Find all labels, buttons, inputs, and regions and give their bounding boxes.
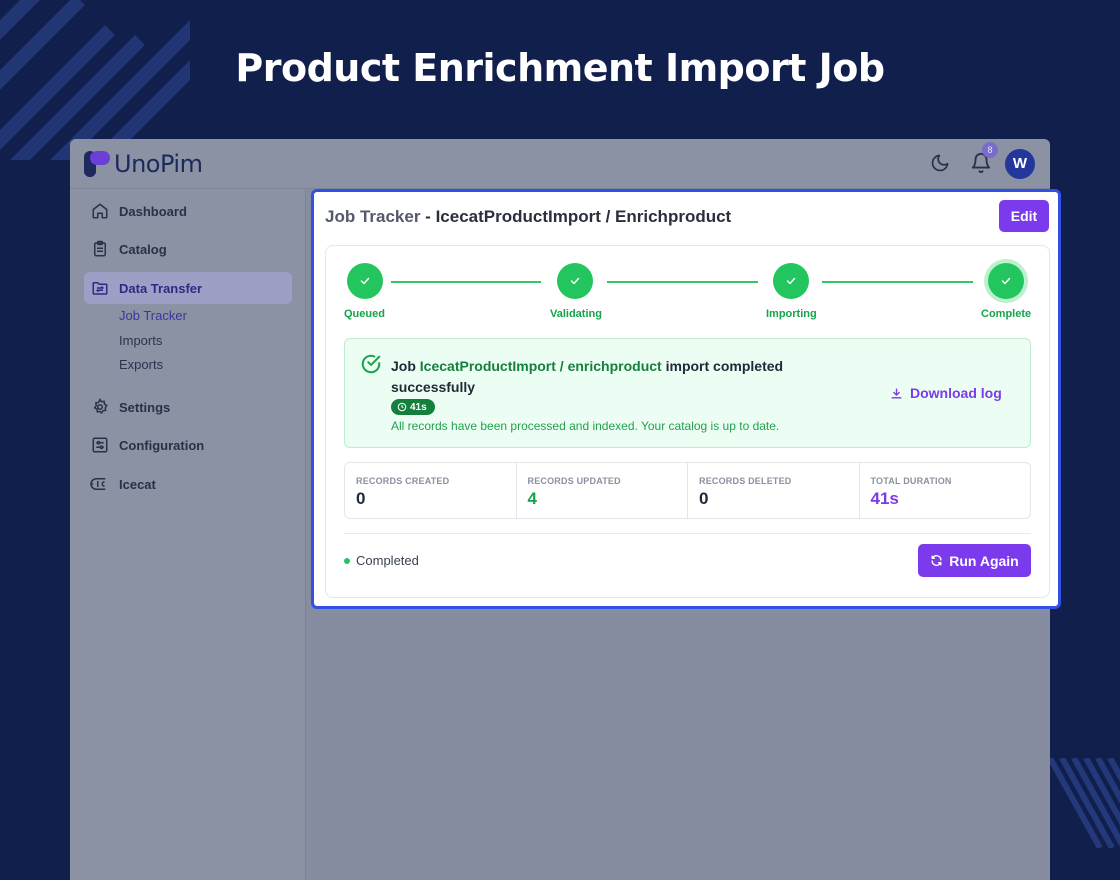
step-connector (391, 281, 541, 283)
check-circle-icon (360, 353, 382, 380)
stat-label: RECORDS UPDATED (527, 476, 621, 486)
sidebar-item-label: Settings (119, 399, 171, 415)
icecat-icon (90, 474, 110, 494)
clipboard-icon (90, 239, 110, 259)
title-job-name: IcecatProductImport / Enrichproduct (435, 207, 732, 226)
clock-icon (397, 402, 407, 412)
job-tracker-card: Job Tracker - IcecatProductImport / Enri… (311, 189, 1061, 609)
sidebar-item-settings[interactable]: Settings (84, 391, 292, 423)
user-avatar[interactable]: W (1005, 149, 1035, 179)
success-description: All records have been processed and inde… (391, 419, 780, 433)
stat-label: RECORDS CREATED (356, 476, 450, 486)
check-icon (570, 277, 580, 285)
step-importing (773, 263, 809, 299)
decorative-stripes-bottom-right (1050, 758, 1120, 848)
step-queued (347, 263, 383, 299)
sidebar-item-catalog[interactable]: Catalog (84, 233, 292, 265)
notifications-count-badge: 8 (982, 142, 998, 158)
unopim-logo-icon (84, 151, 110, 177)
refresh-icon (931, 555, 942, 566)
title-prefix: Job Tracker (325, 207, 421, 226)
success-banner: Job IcecatProductImport / enrichproduct … (344, 338, 1031, 448)
sidebar-item-configuration[interactable]: Configuration (84, 429, 292, 461)
stat-records-created: RECORDS CREATED 0 (345, 463, 517, 518)
sidebar-item-icecat[interactable]: Icecat (84, 468, 292, 500)
sidebar-subitem-job-tracker[interactable]: Job Tracker (119, 308, 187, 323)
top-bar: UnoPim 8 W (70, 139, 1050, 189)
sidebar-item-label: Dashboard (119, 203, 187, 219)
stat-records-updated: RECORDS UPDATED 4 (517, 463, 688, 518)
sidebar-item-dashboard[interactable]: Dashboard (84, 195, 292, 227)
logo-text: UnoPim (114, 150, 203, 178)
success-job-name: IcecatProductImport / enrichproduct (419, 358, 662, 374)
run-again-button[interactable]: Run Again (918, 544, 1031, 577)
home-icon (90, 201, 110, 221)
status-text: Completed (356, 553, 419, 568)
step-label-importing: Importing (766, 308, 817, 320)
page-title: Job Tracker - IcecatProductImport / Enri… (325, 207, 731, 227)
stat-records-deleted: RECORDS DELETED 0 (688, 463, 860, 518)
divider (344, 533, 1031, 534)
stats-row: RECORDS CREATED 0 RECORDS UPDATED 4 RECO… (344, 462, 1031, 519)
stat-value: 0 (699, 489, 709, 508)
sidebar-item-data-transfer[interactable]: Data Transfer (84, 272, 292, 304)
download-log-link[interactable]: Download log (890, 385, 1002, 401)
step-complete (988, 263, 1024, 299)
stat-value: 0 (356, 489, 366, 508)
step-label-validating: Validating (550, 308, 602, 320)
job-status: Completed (344, 553, 419, 568)
check-icon (360, 277, 370, 285)
stat-total-duration: TOTAL DURATION 41s (860, 463, 1031, 518)
hero-title: Product Enrichment Import Job (235, 46, 885, 90)
download-log-label: Download log (910, 385, 1002, 401)
sidebar-subitem-imports[interactable]: Imports (119, 333, 162, 348)
stat-label: RECORDS DELETED (699, 476, 792, 486)
success-message: Job IcecatProductImport / enrichproduct … (391, 356, 821, 398)
status-dot-icon (344, 557, 350, 564)
title-separator: - (420, 207, 436, 226)
sidebar-item-label: Icecat (119, 476, 156, 492)
step-connector (822, 281, 973, 283)
check-icon (1001, 277, 1011, 285)
sidebar-subitem-exports[interactable]: Exports (119, 357, 163, 372)
step-validating (557, 263, 593, 299)
stat-value: 4 (527, 489, 537, 508)
sidebar-item-label: Data Transfer (119, 280, 203, 296)
duration-badge: 41s (391, 399, 435, 415)
sidebar: Dashboard Catalog Data Transfer Job Trac… (70, 189, 306, 880)
download-icon (891, 387, 902, 399)
logo[interactable]: UnoPim (84, 150, 203, 178)
folder-transfer-icon (90, 278, 110, 298)
step-label-complete: Complete (981, 308, 1032, 320)
step-connector (607, 281, 758, 283)
sidebar-item-label: Configuration (119, 437, 205, 453)
dark-mode-toggle-icon[interactable] (930, 153, 950, 178)
step-label-queued: Queued (344, 308, 385, 320)
stat-label: TOTAL DURATION (870, 476, 952, 486)
duration-value: 41s (410, 401, 427, 413)
check-icon (786, 277, 796, 285)
gear-icon (90, 397, 110, 417)
sidebar-item-label: Catalog (119, 241, 167, 257)
success-message-prefix: Job (391, 358, 420, 374)
edit-button[interactable]: Edit (999, 200, 1049, 232)
sliders-icon (90, 435, 110, 455)
run-again-label: Run Again (949, 552, 1019, 569)
stat-value: 41s (870, 489, 899, 508)
job-progress-panel: Queued Validating Importing Complete Job… (325, 245, 1050, 598)
